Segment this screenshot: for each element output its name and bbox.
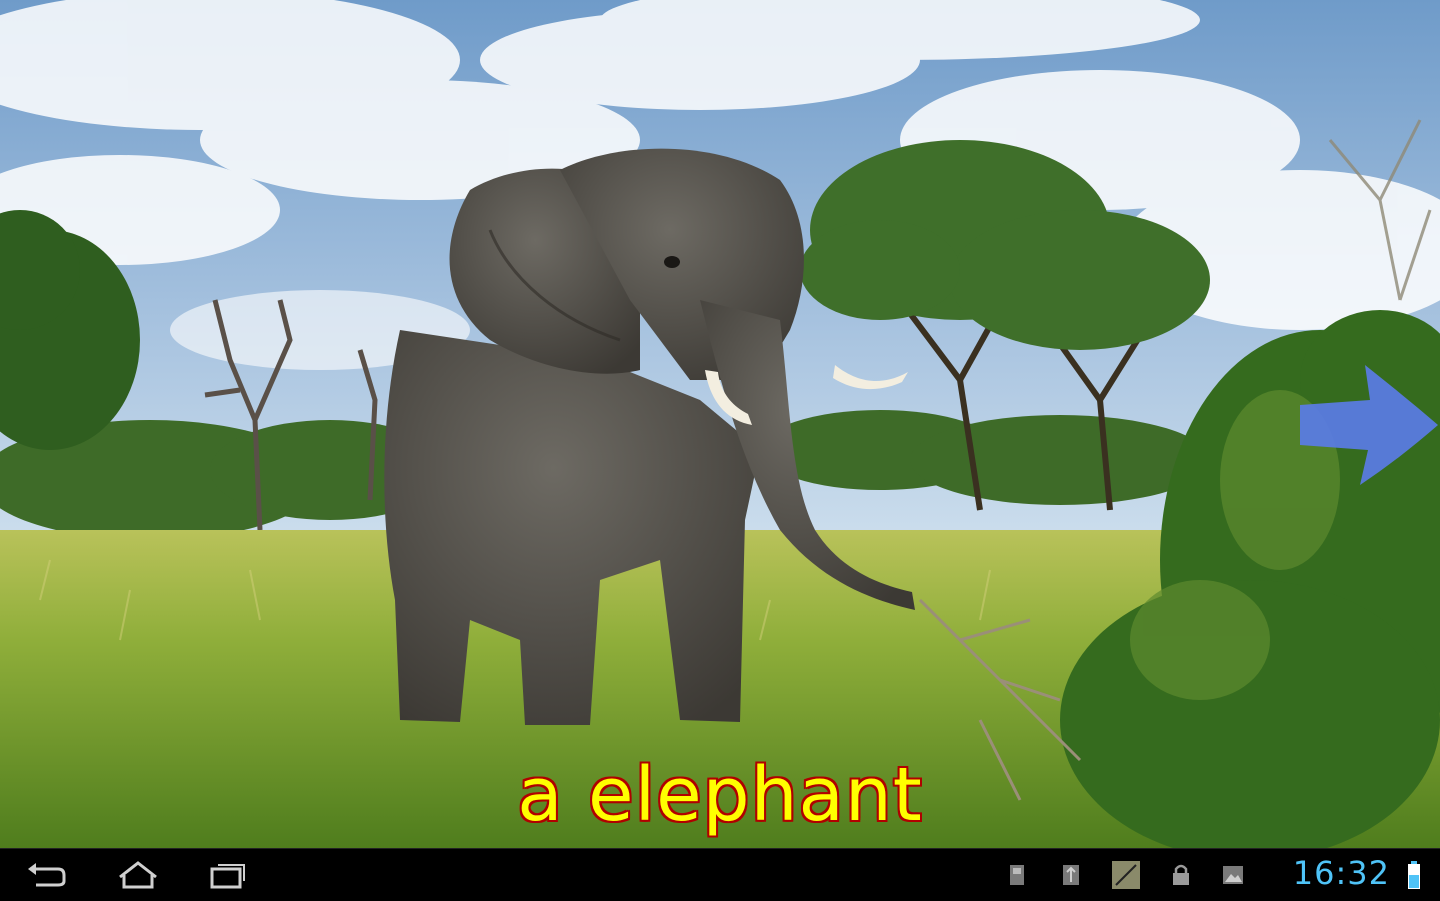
sd-card-icon	[1004, 862, 1030, 888]
system-navigation-bar: 16:32	[0, 848, 1440, 901]
home-icon[interactable]	[108, 857, 168, 893]
clock: 16:32	[1292, 854, 1390, 892]
gallery-icon	[1220, 862, 1246, 888]
battery-icon	[1408, 861, 1420, 889]
usb-icon	[1058, 862, 1084, 888]
next-arrow-icon[interactable]	[1290, 360, 1440, 490]
scene-photo: a elephant	[0, 0, 1440, 848]
elephant-photo	[0, 0, 1440, 848]
recent-apps-icon[interactable]	[198, 857, 258, 893]
animal-caption: a elephant	[517, 752, 923, 838]
signal-icon	[1110, 859, 1142, 891]
lock-icon	[1168, 862, 1194, 888]
back-icon[interactable]	[18, 857, 78, 893]
